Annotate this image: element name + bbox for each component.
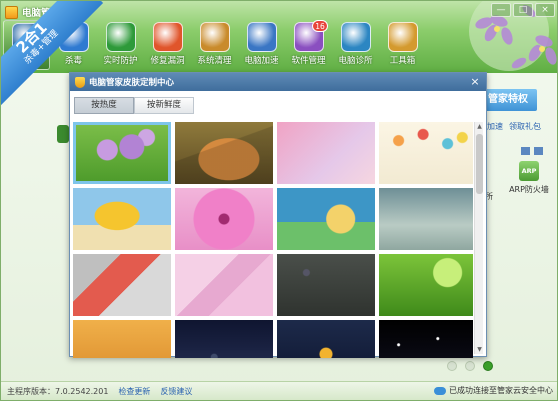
toolbar-item-label: 杀毒 (64, 56, 82, 66)
skin-thumbnail-origami-cats[interactable] (73, 254, 171, 316)
scroll-down-arrow-icon[interactable]: ▼ (475, 345, 484, 354)
version-text: 主程序版本：7.0.2542.201 (7, 387, 109, 396)
toolbar-item-label: 修复漏洞 (150, 56, 185, 66)
cloud-status: 已成功连接至管家云安全中心 (434, 385, 553, 396)
arp-label: ARP防火墙 (509, 185, 549, 194)
dialog-title: 电脑管家皮肤定制中心 (89, 78, 175, 88)
tab-by-popularity[interactable]: 按热度 (74, 97, 134, 114)
skin-thumbnail-cloudy-sky[interactable] (379, 188, 473, 250)
grid-view-icon[interactable] (521, 147, 530, 155)
feedback-link[interactable]: 反馈建议 (160, 386, 192, 397)
skin-thumbnail-cartoon-houses[interactable] (277, 188, 375, 250)
close-button[interactable]: × (535, 3, 555, 17)
toolbar-item-4[interactable]: 系统清理 (191, 20, 238, 70)
vip-privilege-button[interactable]: 管家特权 (479, 89, 537, 111)
window-controls: — □ × (491, 3, 555, 17)
maximize-button[interactable]: □ (513, 3, 533, 17)
broom-icon (199, 22, 230, 52)
scroll-up-arrow-icon[interactable]: ▲ (475, 122, 484, 131)
cloud-status-text: 已成功连接至管家云安全中心 (449, 386, 553, 395)
toolbar-item-label: 电脑加速 (244, 56, 279, 66)
toolbar-item-3[interactable]: 修复漏洞 (144, 20, 191, 70)
app-window: 电脑管家 7.0 — □ × 首页杀毒实时防护修复漏洞系统清理电脑加速16软件管… (0, 0, 558, 401)
toolbox-icon (387, 22, 418, 52)
skin-thumbnail-starry-night[interactable] (379, 320, 473, 358)
right-links: 加速 领取礼包 (487, 121, 541, 132)
gift-link[interactable]: 领取礼包 (509, 121, 541, 132)
toolbar-item-label: 电脑诊所 (338, 56, 373, 66)
clinic-icon (340, 22, 371, 52)
toolbar-item-6[interactable]: 16 软件管理 (285, 20, 332, 70)
skin-thumbnail-beach-umbrella[interactable] (73, 188, 171, 250)
skin-center-dialog: 电脑管家皮肤定制中心 × 按热度 按新鲜度 ▲ ▼ (69, 72, 487, 358)
toolbar-item-label: 工具箱 (389, 56, 416, 66)
view-toggle (521, 147, 543, 155)
skin-thumbnail-grid (73, 122, 473, 358)
skin-thumbnail-orange-field[interactable] (73, 320, 171, 358)
page-dot-2[interactable] (465, 361, 475, 371)
toolbar-item-label: 系统清理 (197, 56, 232, 66)
update-count-badge: 16 (312, 20, 328, 32)
shield-status-icon (57, 125, 69, 143)
skin-thumbnail-cartoon-balloons-girl[interactable] (379, 122, 473, 184)
patch-icon (152, 22, 183, 52)
app-logo-icon (5, 5, 18, 19)
page-indicator (447, 361, 493, 371)
toolbar-item-7[interactable]: 电脑诊所 (332, 20, 379, 70)
skin-thumbnail-green-bokeh[interactable] (379, 254, 473, 316)
list-view-icon[interactable] (534, 147, 543, 155)
dialog-close-button[interactable]: × (468, 75, 482, 88)
shield-icon (105, 22, 136, 52)
skin-thumbnail-pink-flower-closeup[interactable] (175, 188, 273, 250)
skin-thumbnail-vintage-suitcase[interactable] (175, 122, 273, 184)
skin-thumbnail-origami-crane[interactable] (175, 254, 273, 316)
dialog-title-bar: 电脑管家皮肤定制中心 × (70, 73, 486, 91)
page-dot-3[interactable] (483, 361, 493, 371)
skin-thumbnail-rainy-window[interactable] (277, 254, 375, 316)
scrollbar-thumb[interactable] (476, 134, 483, 194)
rocket-icon (246, 22, 277, 52)
toolbar-item-label: 软件管理 (291, 56, 326, 66)
arp-firewall-tool[interactable]: ARP ARP防火墙 (506, 161, 552, 195)
toolbar-item-5[interactable]: 电脑加速 (238, 20, 285, 70)
skin-thumbnail-pink-gradient[interactable] (277, 122, 375, 184)
tab-by-freshness[interactable]: 按新鲜度 (134, 97, 194, 114)
status-bar: 主程序版本：7.0.2542.201 检查更新 反馈建议 已成功连接至管家云安全… (1, 381, 557, 400)
cloud-icon (434, 386, 446, 395)
check-update-link[interactable]: 检查更新 (118, 386, 150, 397)
page-dot-1[interactable] (447, 361, 457, 371)
sort-tabs: 按热度 按新鲜度 (74, 97, 194, 114)
toolbar-item-label: 实时防护 (103, 56, 138, 66)
minimize-button[interactable]: — (491, 3, 511, 17)
speedup-link[interactable]: 加速 (487, 121, 503, 132)
toolbar-item-2[interactable]: 实时防护 (97, 20, 144, 70)
scrollbar[interactable]: ▲ ▼ (474, 122, 483, 354)
skin-thumbnail-dark-night[interactable] (175, 320, 273, 358)
toolbar-item-8[interactable]: 工具箱 (379, 20, 426, 70)
shield-icon (75, 76, 85, 88)
skin-thumbnail-lantern-night[interactable] (277, 320, 375, 358)
arp-icon: ARP (519, 161, 539, 181)
skin-thumbnail-purple-flowers[interactable] (73, 122, 171, 184)
